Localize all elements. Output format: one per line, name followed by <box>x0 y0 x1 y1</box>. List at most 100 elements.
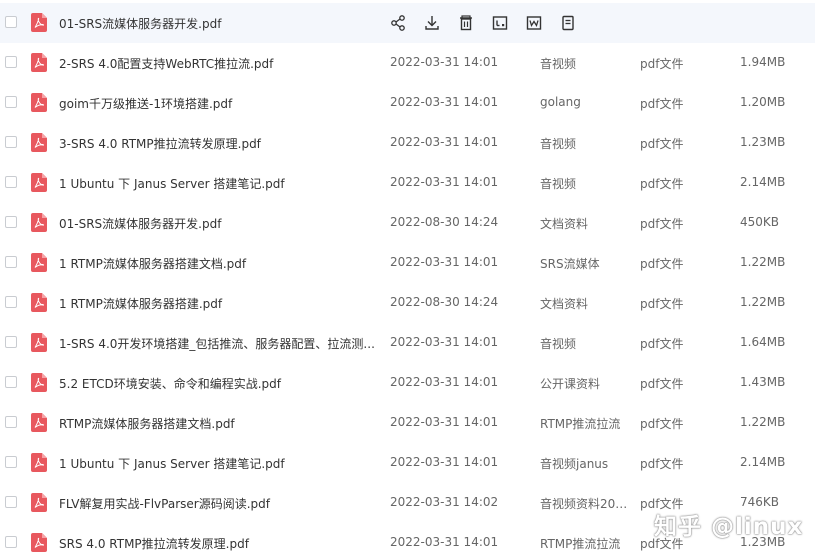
file-type: pdf文件 <box>640 257 684 271</box>
row-checkbox[interactable] <box>5 176 17 188</box>
row-checkbox[interactable] <box>5 16 17 28</box>
file-folder[interactable]: golang <box>540 95 630 109</box>
file-size: 1.64MB <box>740 335 786 349</box>
file-folder[interactable]: 公开课资料 <box>540 375 630 392</box>
file-size: 1.22MB <box>740 255 786 269</box>
file-row[interactable]: 1 RTMP流媒体服务器搭建.pdf 2022-08-30 14:24 文档资料 pd… <box>0 283 815 323</box>
file-folder[interactable]: 文档资料 <box>540 295 630 312</box>
row-checkbox[interactable] <box>5 496 17 508</box>
file-folder[interactable]: SRS流媒体 <box>540 255 630 272</box>
file-folder[interactable]: 音视频 <box>540 55 630 72</box>
file-type: pdf文件 <box>640 217 684 231</box>
row-checkbox[interactable] <box>5 376 17 388</box>
file-date: 2022-03-31 14:01 <box>390 95 499 109</box>
file-name[interactable]: 1 RTMP流媒体服务器搭建.pdf <box>59 295 379 312</box>
file-row[interactable]: 1 Ubuntu 下 Janus Server 搭建笔记.pdf 2022-03-… <box>0 443 815 483</box>
file-folder[interactable]: RTMP推流拉流 <box>540 535 630 552</box>
file-row[interactable]: 01-SRS流媒体服务器开发.pdf 2022-08-30 14:24 文档资料 pd… <box>0 203 815 243</box>
delete-icon[interactable] <box>457 14 475 32</box>
file-row[interactable]: RTMP流媒体服务器搭建文档.pdf 2022-03-31 14:01 RTMP推流… <box>0 403 815 443</box>
pdf-file-icon <box>31 213 47 232</box>
file-name[interactable]: 1-SRS 4.0开发环境搭建_包括推流、服务器配置、拉流测... <box>59 335 379 352</box>
file-type: pdf文件 <box>640 337 684 351</box>
file-name[interactable]: goim千万级推送-1环境搭建.pdf <box>59 95 379 112</box>
file-size: 2.14MB <box>740 175 786 189</box>
file-folder[interactable]: 音视频资料202... <box>540 495 630 512</box>
file-date: 2022-03-31 14:01 <box>390 535 499 549</box>
row-checkbox[interactable] <box>5 256 17 268</box>
file-folder[interactable]: 音视频 <box>540 335 630 352</box>
file-date: 2022-03-31 14:01 <box>390 175 499 189</box>
file-size: 1.22MB <box>740 415 786 429</box>
zhihu-watermark: 知乎 @linux <box>654 514 804 540</box>
file-row[interactable]: 2-SRS 4.0配置支持WebRTC推拉流.pdf 2022-03-31 14:… <box>0 43 815 83</box>
file-name[interactable]: RTMP流媒体服务器搭建文档.pdf <box>59 415 379 432</box>
file-folder[interactable]: 音视频 <box>540 135 630 152</box>
more-icon[interactable] <box>559 14 577 32</box>
pdf-file-icon <box>31 53 47 72</box>
file-date: 2022-03-31 14:01 <box>390 375 499 389</box>
file-date: 2022-08-30 14:24 <box>390 215 499 229</box>
file-type: pdf文件 <box>640 177 684 191</box>
file-list: 知乎 @linux 01-SRS流媒体服务器开发.pdf 2-SRS 4.0配置支… <box>0 0 815 560</box>
file-size: 1.23MB <box>740 135 786 149</box>
file-date: 2022-03-31 14:01 <box>390 415 499 429</box>
pdf-file-icon <box>31 93 47 112</box>
row-checkbox[interactable] <box>5 216 17 228</box>
file-folder[interactable]: 文档资料 <box>540 215 630 232</box>
file-row[interactable]: 3-SRS 4.0 RTMP推拉流转发原理.pdf 2022-03-31 14:0… <box>0 123 815 163</box>
file-size: 1.20MB <box>740 95 786 109</box>
file-name[interactable]: 01-SRS流媒体服务器开发.pdf <box>59 215 379 232</box>
pdf-file-icon <box>31 533 47 552</box>
file-name[interactable]: 1 Ubuntu 下 Janus Server 搭建笔记.pdf <box>59 175 379 192</box>
pdf-file-icon <box>31 253 47 272</box>
pdf-file-icon <box>31 453 47 472</box>
file-folder[interactable]: 音视频 <box>540 175 630 192</box>
pdf-file-icon <box>31 493 47 512</box>
pdf-file-icon <box>31 13 47 32</box>
file-row[interactable]: 5.2 ETCD环境安装、命令和编程实战.pdf 2022-03-31 14:01… <box>0 363 815 403</box>
pdf-file-icon <box>31 133 47 152</box>
row-checkbox[interactable] <box>5 336 17 348</box>
file-date: 2022-03-31 14:01 <box>390 335 499 349</box>
file-row[interactable]: goim千万级推送-1环境搭建.pdf 2022-03-31 14:01 golan… <box>0 83 815 123</box>
file-name[interactable]: FLV解复用实战-FlvParser源码阅读.pdf <box>59 495 379 512</box>
open-with-icon[interactable] <box>525 14 543 32</box>
row-checkbox[interactable] <box>5 136 17 148</box>
file-date: 2022-03-31 14:01 <box>390 135 499 149</box>
file-date: 2022-03-31 14:02 <box>390 495 499 509</box>
row-checkbox[interactable] <box>5 456 17 468</box>
file-folder[interactable]: RTMP推流拉流 <box>540 415 630 432</box>
file-row[interactable]: 01-SRS流媒体服务器开发.pdf <box>0 3 815 43</box>
file-name[interactable]: 5.2 ETCD环境安装、命令和编程实战.pdf <box>59 375 379 392</box>
row-checkbox[interactable] <box>5 96 17 108</box>
file-size: 1.94MB <box>740 55 786 69</box>
pdf-file-icon <box>31 373 47 392</box>
file-date: 2022-03-31 14:01 <box>390 455 499 469</box>
file-type: pdf文件 <box>640 457 684 471</box>
download-icon[interactable] <box>423 14 441 32</box>
row-checkbox[interactable] <box>5 416 17 428</box>
file-row[interactable]: 1-SRS 4.0开发环境搭建_包括推流、服务器配置、拉流测... 2022-03… <box>0 323 815 363</box>
file-size: 1.43MB <box>740 375 786 389</box>
file-name[interactable]: 01-SRS流媒体服务器开发.pdf <box>59 15 379 32</box>
file-size: 2.14MB <box>740 455 786 469</box>
file-name[interactable]: 3-SRS 4.0 RTMP推拉流转发原理.pdf <box>59 135 379 152</box>
file-row[interactable]: 1 RTMP流媒体服务器搭建文档.pdf 2022-03-31 14:01 SRS流… <box>0 243 815 283</box>
file-name[interactable]: 1 Ubuntu 下 Janus Server 搭建笔记.pdf <box>59 455 379 472</box>
file-row[interactable]: 1 Ubuntu 下 Janus Server 搭建笔记.pdf 2022-03-… <box>0 163 815 203</box>
file-size: 1.22MB <box>740 295 786 309</box>
file-size: 450KB <box>740 215 780 229</box>
file-type: pdf文件 <box>640 57 684 71</box>
file-type: pdf文件 <box>640 97 684 111</box>
pdf-file-icon <box>31 173 47 192</box>
rename-icon[interactable] <box>491 14 509 32</box>
file-folder[interactable]: 音视频janus <box>540 455 630 472</box>
file-name[interactable]: 2-SRS 4.0配置支持WebRTC推拉流.pdf <box>59 55 379 72</box>
row-checkbox[interactable] <box>5 296 17 308</box>
row-checkbox[interactable] <box>5 536 17 548</box>
row-checkbox[interactable] <box>5 56 17 68</box>
file-name[interactable]: 1 RTMP流媒体服务器搭建文档.pdf <box>59 255 379 272</box>
share-icon[interactable] <box>389 14 407 32</box>
file-name[interactable]: SRS 4.0 RTMP推拉流转发原理.pdf <box>59 535 379 552</box>
